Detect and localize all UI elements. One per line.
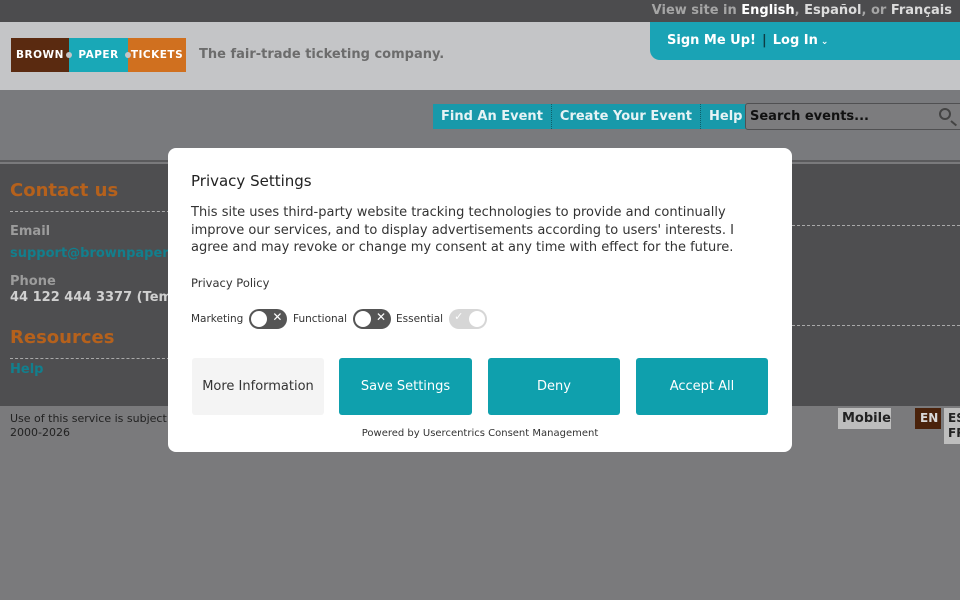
language-es-button[interactable]: ES [948,411,960,426]
close-icon: ✕ [376,310,387,324]
search-input[interactable]: Search events... [745,103,960,130]
language-link-english[interactable]: English [741,3,794,18]
divider [10,211,170,212]
language-en-button[interactable]: EN [915,408,941,429]
privacy-settings-dialog: Privacy Settings This site uses third-pa… [168,148,792,452]
language-es-fr-buttons[interactable]: ES FR [944,408,960,444]
language-link-francais[interactable]: Français [891,3,952,18]
chevron-down-icon[interactable]: ⌄ [821,37,829,47]
toggle-functional: Functional ✕ [293,308,392,330]
deny-button[interactable]: Deny [488,358,620,415]
dialog-title: Privacy Settings [191,172,312,190]
toggle-label: Functional [293,313,348,325]
mobile-site-button[interactable]: Mobile [838,408,891,429]
find-event-button[interactable]: Find An Event [433,104,551,129]
resources-help-link[interactable]: Help [10,362,43,377]
toggle-marketing: Marketing ✕ [191,308,288,330]
brand-logo[interactable]: BROWN PAPER TICKETS [11,38,186,72]
divider [792,325,960,326]
sign-me-up-link[interactable]: Sign Me Up! [667,33,756,48]
logo-word-tickets: TICKETS [125,38,186,72]
close-icon: ✕ [272,310,283,324]
language-link-espanol[interactable]: Español [804,3,861,18]
footer-terms-line: Use of this service is subject [10,412,167,425]
language-or: , or [861,3,887,18]
help-nav-button[interactable]: Help [700,104,751,129]
accept-all-button[interactable]: Accept All [636,358,768,415]
top-language-bar: View site in English, Español, or França… [0,0,960,22]
create-event-button[interactable]: Create Your Event [550,104,700,129]
save-settings-button[interactable]: Save Settings [339,358,472,415]
divider [792,225,960,226]
main-nav: Find An Event Create Your Event Help [433,104,751,129]
language-comma: , [794,3,800,18]
essential-toggle[interactable]: ✓ [449,309,488,329]
language-fr-button[interactable]: FR [948,426,960,441]
divider [10,358,170,359]
logo-word-paper: PAPER [66,38,128,72]
toggle-essential: Essential ✓ [396,308,488,330]
email-label: Email [10,224,51,239]
account-separator: | [761,33,767,48]
search-placeholder: Search events... [750,109,869,124]
logo-word-brown: BROWN [11,38,69,72]
search-icon[interactable] [939,108,951,120]
more-information-button[interactable]: More Information [192,358,324,415]
contact-heading: Contact us [10,180,119,201]
checkmark-icon: ✓ [454,310,464,323]
dialog-description: This site uses third-party website track… [191,205,734,255]
view-site-in-label: View site in [651,3,737,18]
language-switcher: View site in English, Español, or França… [652,3,952,18]
functional-toggle[interactable]: ✕ [353,309,392,329]
marketing-toggle[interactable]: ✕ [249,309,288,329]
resources-heading: Resources [10,327,115,348]
footer-copyright: 2000-2026 [10,426,70,439]
phone-label: Phone [10,274,56,289]
footer-terms: Use of this service is subject 2000-2026 [10,412,168,440]
tagline: The fair-trade ticketing company. [199,47,445,62]
log-in-link[interactable]: Log In [773,33,818,48]
phone-value: 44 122 444 3377 (Temp [10,290,168,305]
privacy-policy-link[interactable]: Privacy Policy [191,276,269,290]
account-bar: Sign Me Up! | Log In ⌄ [650,22,960,60]
powered-by-note: Powered by Usercentrics Consent Manageme… [361,428,599,439]
toggle-label: Essential [396,313,444,325]
toggle-label: Marketing [191,313,244,325]
support-email-link[interactable]: support@brownpapertickets.com [10,246,168,261]
